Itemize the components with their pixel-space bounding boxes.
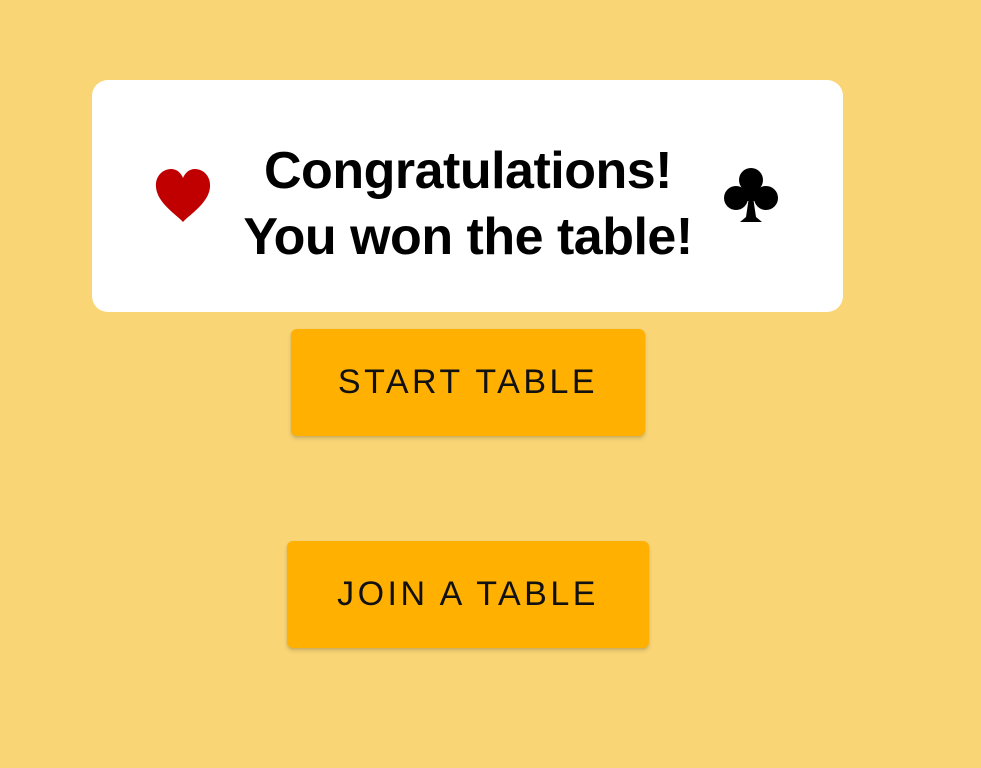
win-banner: Congratulations! You won the table! (92, 80, 843, 312)
congratulations-text: Congratulations! (264, 142, 672, 200)
join-table-button[interactable]: JOIN A TABLE (287, 541, 649, 648)
won-table-text: You won the table! (243, 208, 693, 266)
club-icon (724, 168, 778, 222)
start-table-button[interactable]: START TABLE (291, 329, 645, 436)
win-message: Congratulations! You won the table! (232, 138, 704, 270)
heart-icon (155, 169, 211, 222)
